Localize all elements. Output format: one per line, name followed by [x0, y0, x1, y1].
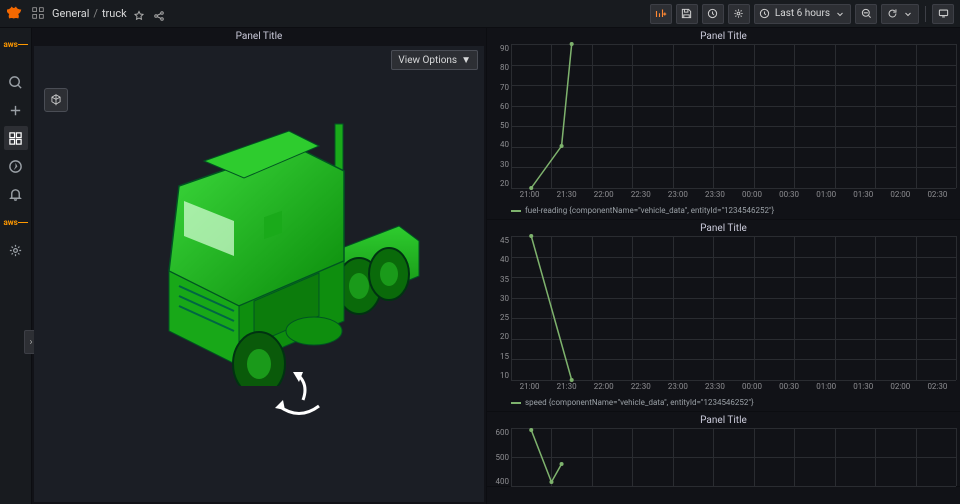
time-range-label: Last 6 hours	[775, 8, 830, 19]
x-axis: 21:0021:3022:0022:3023:0023:3000:0000:30…	[511, 190, 956, 204]
x-axis: 21:0021:3022:0022:3023:0023:3000:0000:30…	[511, 382, 956, 396]
chart-plot-area[interactable]: 9080706050403020 21:0021:3022:0022:3023:…	[511, 44, 956, 204]
chart-panel-speed: Panel Title 4540353025201510 21:0021:302…	[487, 220, 960, 412]
save-icon	[681, 8, 693, 20]
caret-down-icon: ▼	[461, 55, 471, 66]
chevron-down-icon	[902, 8, 914, 20]
history-button[interactable]	[702, 4, 724, 24]
star-icon[interactable]	[133, 7, 147, 21]
y-axis: 4540353025201510	[491, 236, 509, 380]
sidebar-item-search[interactable]	[4, 70, 28, 94]
y-axis: 600500400	[491, 428, 509, 486]
panel-3d-viewer: Panel Title View Options ▼	[32, 28, 487, 504]
monitor-icon	[937, 8, 949, 20]
chart-plot-area[interactable]: 4540353025201510 21:0021:3022:0022:3023:…	[511, 236, 956, 396]
add-chart-icon	[655, 8, 667, 20]
sidebar-brand-aws[interactable]: aws	[4, 32, 28, 56]
y-axis: 9080706050403020	[491, 44, 509, 188]
time-range-button[interactable]: Last 6 hours	[754, 4, 851, 24]
refresh-button[interactable]	[881, 4, 919, 24]
settings-button[interactable]	[728, 4, 750, 24]
breadcrumb-root[interactable]: General	[52, 7, 89, 20]
breadcrumb: General / truck	[52, 7, 127, 20]
view-options-button[interactable]: View Options ▼	[391, 50, 478, 70]
breadcrumb-page[interactable]: truck	[102, 7, 127, 20]
add-panel-button[interactable]	[650, 4, 672, 24]
chart-plot-area[interactable]: 600500400	[511, 428, 956, 486]
chart-panel-3: Panel Title 600500400	[487, 412, 960, 487]
chevron-down-icon	[834, 8, 846, 20]
panel-title[interactable]: Panel Title	[32, 28, 486, 46]
panel-title[interactable]: Panel Title	[487, 220, 960, 236]
panel-title[interactable]: Panel Title	[487, 28, 960, 44]
refresh-icon	[886, 8, 898, 20]
zoom-out-icon	[860, 8, 872, 20]
right-chart-column: Panel Title 9080706050403020 21:0021:302…	[487, 28, 960, 504]
sidebar-item-explore[interactable]	[4, 154, 28, 178]
panel-title[interactable]: Panel Title	[487, 412, 960, 428]
sidebar-item-add[interactable]	[4, 98, 28, 122]
chart-panel-fuel: Panel Title 9080706050403020 21:0021:302…	[487, 28, 960, 220]
dashboard-grid-icon	[32, 4, 44, 23]
chart-legend[interactable]: fuel-reading {componentName="vehicle_dat…	[487, 204, 960, 219]
chart-legend[interactable]: speed {componentName="vehicle_data", ent…	[487, 396, 960, 411]
zoom-out-button[interactable]	[855, 4, 877, 24]
scene-viewer-canvas[interactable]: View Options ▼	[34, 46, 484, 502]
clock-icon	[707, 8, 719, 20]
left-sidebar: aws aws ›	[0, 28, 32, 504]
dashboard-content: Panel Title View Options ▼	[32, 28, 960, 504]
sidebar-item-dashboards[interactable]	[4, 126, 28, 150]
sidebar-item-alerting[interactable]	[4, 182, 28, 206]
share-icon[interactable]	[153, 7, 167, 21]
save-button[interactable]	[676, 4, 698, 24]
tv-mode-button[interactable]	[932, 4, 954, 24]
sidebar-item-aws[interactable]: aws	[4, 210, 28, 234]
truck-model-icon	[89, 106, 429, 386]
gear-icon	[733, 8, 745, 20]
breadcrumb-separator: /	[93, 7, 98, 20]
grafana-logo-icon[interactable]	[6, 4, 26, 24]
top-header: General / truck Last 6 hours	[0, 0, 960, 28]
sidebar-item-config[interactable]	[4, 238, 28, 262]
clock-icon	[759, 8, 771, 20]
orbit-tool-button[interactable]	[44, 88, 68, 112]
